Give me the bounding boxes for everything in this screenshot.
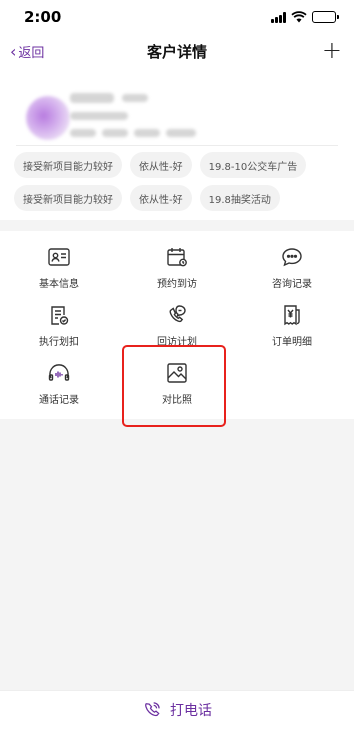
tile-label: 对比照 — [162, 395, 192, 406]
divider — [16, 145, 338, 146]
basic-info-tile[interactable]: 基本信息 — [0, 245, 118, 303]
wifi-icon — [291, 11, 307, 23]
tile-label: 基本信息 — [39, 279, 79, 290]
tile-label: 订单明细 — [272, 337, 312, 348]
battery-icon — [312, 11, 339, 23]
call-button[interactable]: 打电话 — [0, 690, 354, 729]
appointment-tile[interactable]: 预约到访 — [118, 245, 236, 303]
tile-label: 回访计划 — [157, 337, 197, 348]
image-icon — [165, 361, 189, 385]
call-records-tile[interactable]: 通话记录 — [0, 361, 118, 419]
voice-wave-icon — [47, 361, 71, 385]
customer-meta-blurred — [134, 129, 160, 137]
document-check-icon — [47, 303, 71, 327]
call-button-label: 打电话 — [170, 703, 212, 719]
chat-bubble-icon — [280, 245, 304, 269]
status-time: 2:00 — [24, 8, 62, 26]
execute-deduction-tile[interactable]: 执行划扣 — [0, 303, 118, 361]
customer-meta-blurred — [102, 129, 128, 137]
customer-tag: 19.8-10公交车广告 — [199, 152, 307, 178]
customer-profile-card: 接受新项目能力较好 依从性-好 19.8-10公交车广告 接受新项目能力较好 依… — [0, 70, 354, 220]
signal-icon — [271, 11, 286, 23]
calendar-icon — [165, 245, 189, 269]
nav-bar: ‹ 返回 客户详情 + — [0, 34, 354, 70]
phone-icon — [145, 702, 160, 717]
add-button[interactable]: + — [322, 38, 342, 62]
page-title: 客户详情 — [146, 43, 207, 61]
tile-label: 咨询记录 — [272, 279, 312, 290]
order-details-tile[interactable]: 订单明细 — [233, 303, 351, 361]
customer-tag: 依从性-好 — [130, 152, 192, 178]
comparison-photo-tile[interactable]: 对比照 — [118, 361, 236, 419]
function-grid: 基本信息 预约到访 咨询记录 执行划扣 回访计划 订单明细 通话记录 对比照 — [0, 231, 354, 419]
tile-label: 预约到访 — [157, 279, 197, 290]
customer-tag: 接受新项目能力较好 — [14, 185, 122, 211]
status-icons — [271, 11, 339, 23]
avatar — [26, 96, 70, 140]
customer-tag: 接受新项目能力较好 — [14, 152, 122, 178]
tile-label: 执行划扣 — [39, 337, 79, 348]
id-card-icon — [47, 245, 71, 269]
customer-tags: 接受新项目能力较好 依从性-好 19.8-10公交车广告 接受新项目能力较好 依… — [14, 152, 344, 211]
tile-label: 通话记录 — [39, 395, 79, 406]
phone-chat-icon — [165, 303, 189, 327]
customer-tag: 依从性-好 — [130, 185, 192, 211]
follow-up-plan-tile[interactable]: 回访计划 — [118, 303, 236, 361]
customer-name-blurred — [70, 93, 114, 103]
customer-tag: 19.8抽奖活动 — [199, 185, 280, 211]
status-bar: 2:00 — [0, 0, 354, 34]
consultation-records-tile[interactable]: 咨询记录 — [233, 245, 351, 303]
customer-meta-blurred — [166, 129, 196, 137]
customer-meta-blurred — [70, 129, 96, 137]
customer-badge-blurred — [122, 94, 148, 102]
customer-phone-blurred — [70, 112, 128, 120]
receipt-yen-icon — [280, 303, 304, 327]
